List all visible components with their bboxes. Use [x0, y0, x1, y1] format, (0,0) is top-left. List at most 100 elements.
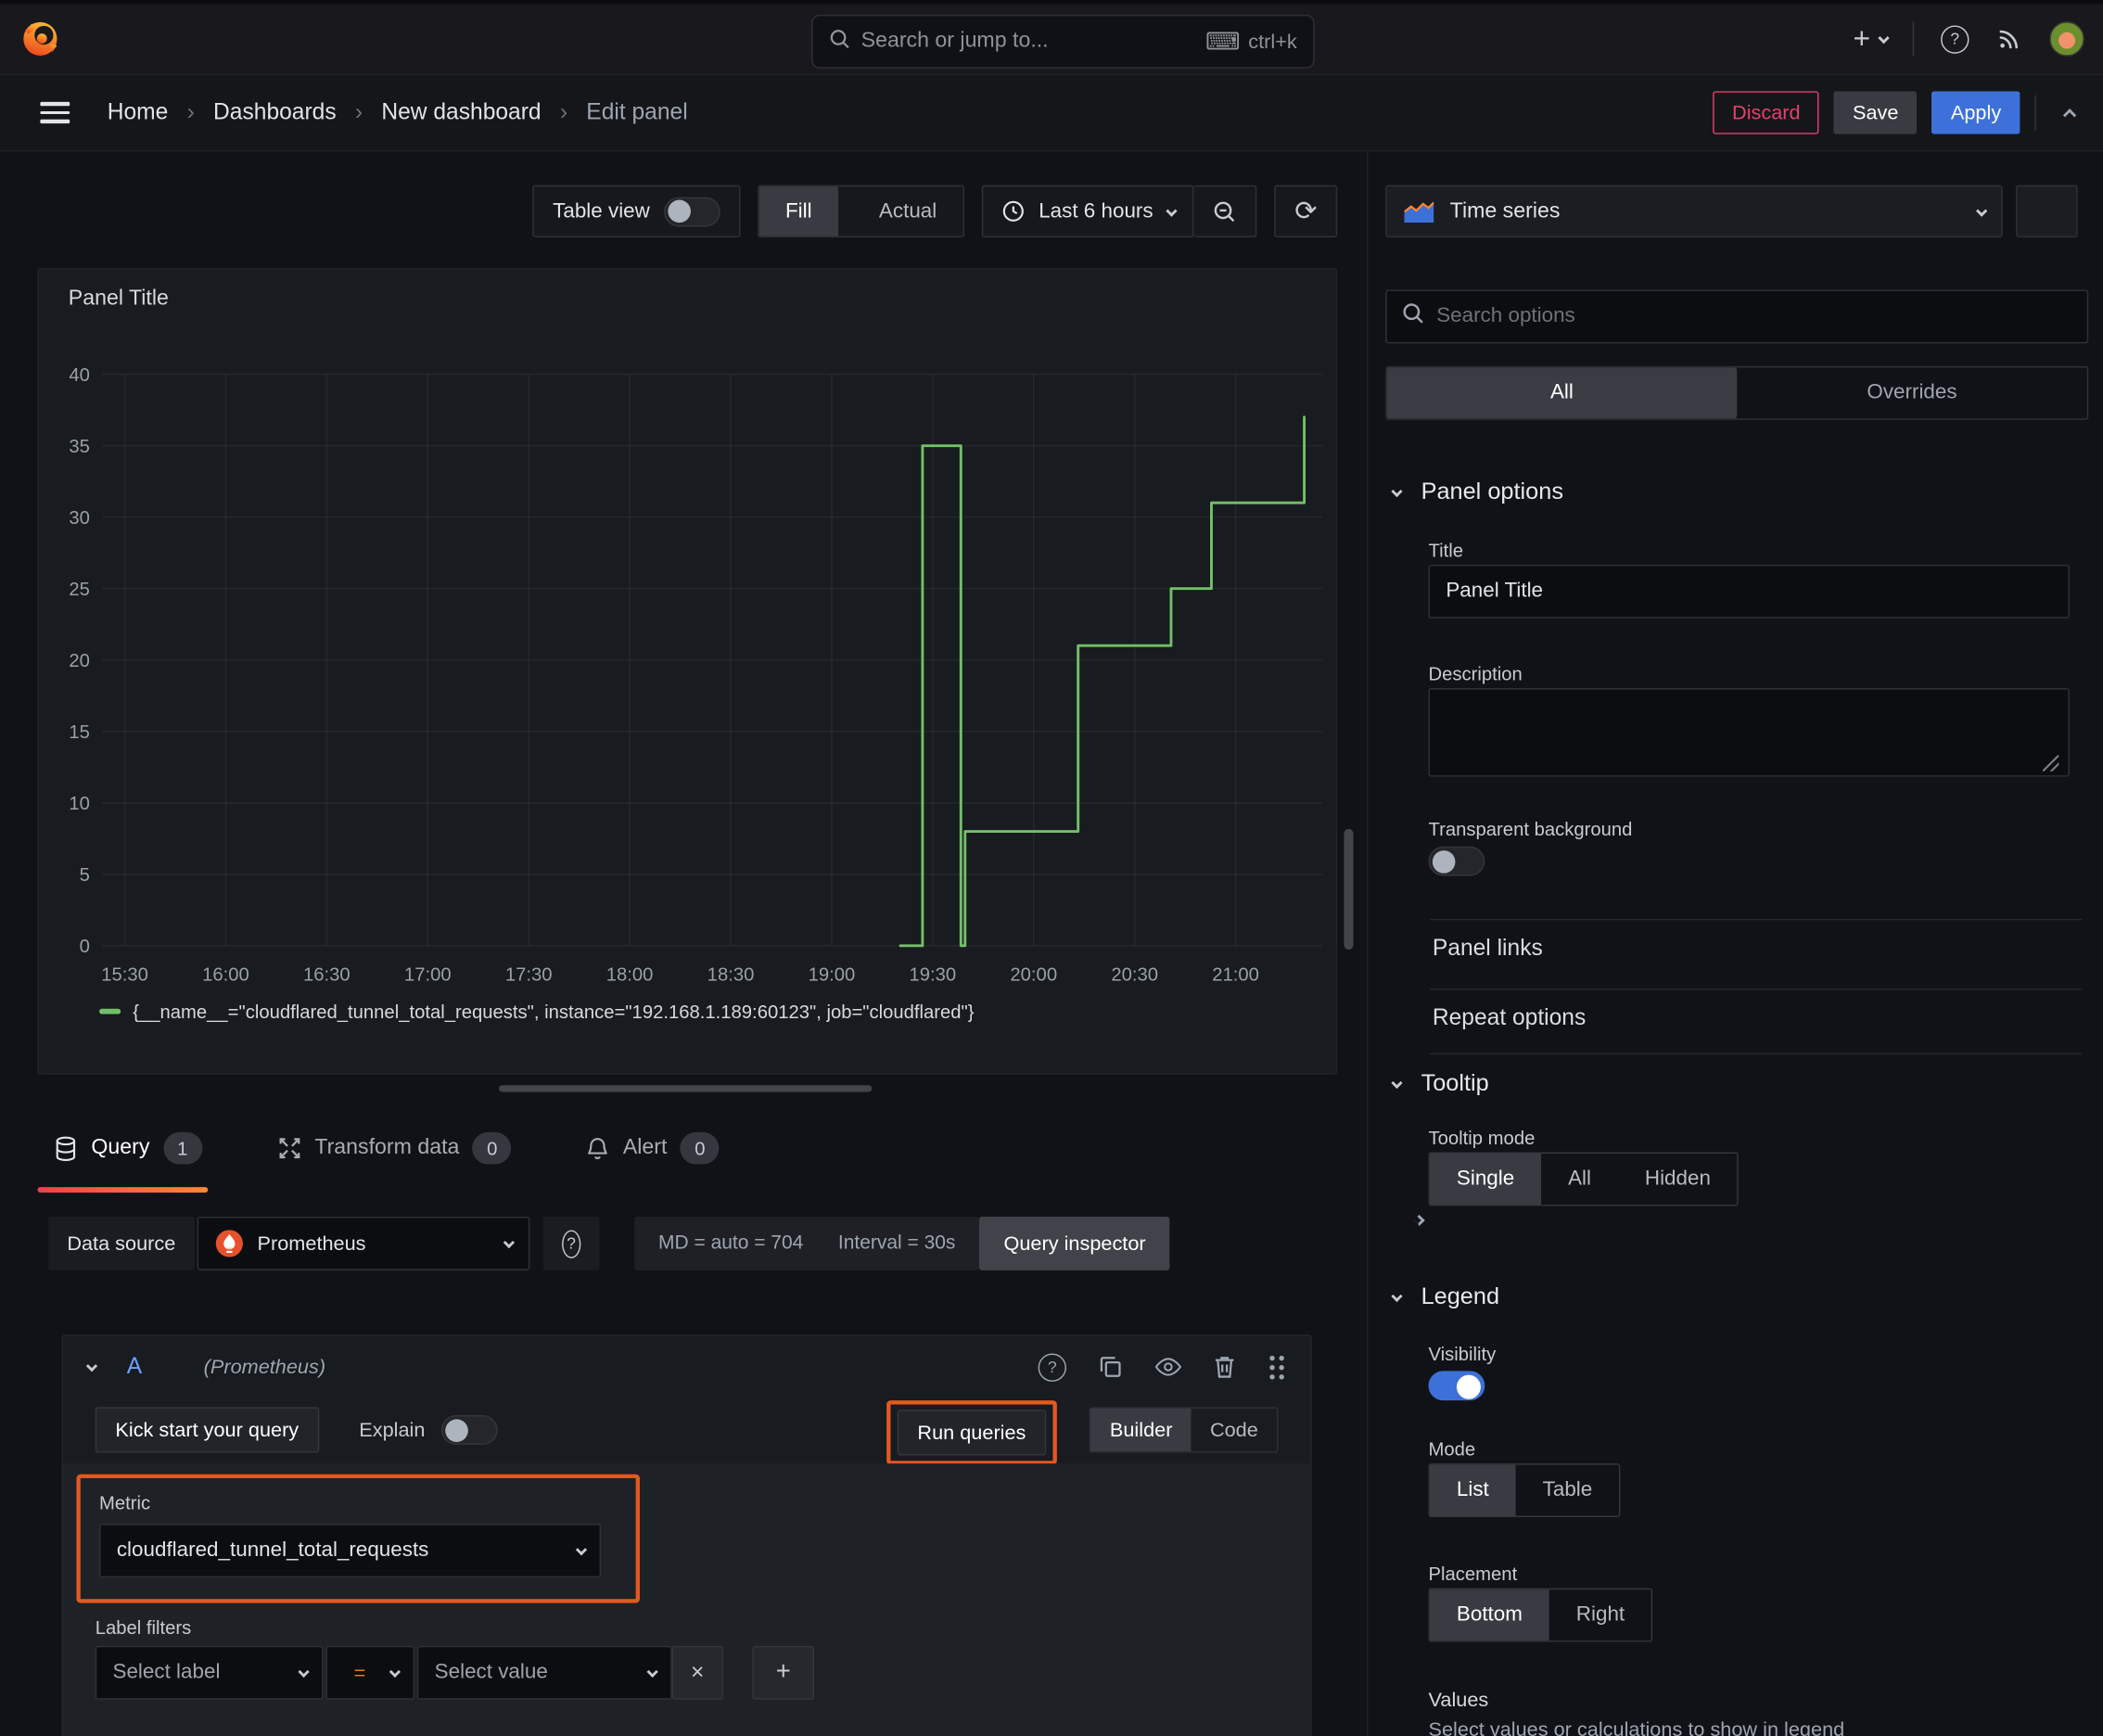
placement-right-option[interactable]: Right — [1549, 1589, 1651, 1640]
hide-response-eye-icon[interactable] — [1154, 1356, 1182, 1377]
drag-handle-icon[interactable] — [1267, 1353, 1287, 1381]
tooltip-mode-label: Tooltip mode — [1428, 1127, 1536, 1149]
transparent-background-toggle[interactable] — [1428, 846, 1485, 876]
table-view-toggle[interactable] — [663, 196, 720, 226]
legend-list-option[interactable]: List — [1429, 1464, 1516, 1516]
run-queries-button[interactable]: Run queries — [897, 1410, 1047, 1456]
breadcrumb-home[interactable]: Home — [108, 99, 169, 126]
top-search-box[interactable]: ⌨ ctrl+k — [811, 14, 1315, 69]
panel-options-section-header[interactable]: Panel options — [1391, 477, 1563, 505]
remove-filter-button[interactable]: × — [671, 1645, 723, 1700]
timeseries-chart[interactable]: 0 5 10 15 20 25 30 35 40 15:30 16:00 16:30 17:00 17:3… — [50, 351, 1324, 1008]
code-option[interactable]: Code — [1192, 1409, 1277, 1451]
news-button[interactable] — [1995, 25, 2022, 52]
svg-text:21:00: 21:00 — [1212, 964, 1259, 985]
breadcrumb-bar: Home › Dashboards › New dashboard › Edit… — [0, 75, 2103, 152]
svg-text:17:30: 17:30 — [505, 964, 553, 985]
label-filters-row: Select label = Select value × + — [95, 1645, 815, 1700]
divider — [1912, 21, 1915, 57]
series-label[interactable]: {__name__="cloudflared_tunnel_total_requ… — [133, 1001, 974, 1022]
trash-icon[interactable] — [1214, 1355, 1235, 1379]
bell-icon — [588, 1137, 608, 1159]
breadcrumb-dashboards[interactable]: Dashboards — [213, 99, 337, 126]
breadcrumb-new-dashboard[interactable]: New dashboard — [381, 99, 541, 126]
time-range-label: Last 6 hours — [1039, 198, 1153, 223]
help-icon: ? — [561, 1229, 581, 1258]
tooltip-hidden-option[interactable]: Hidden — [1618, 1154, 1738, 1205]
legend-visibility-toggle[interactable] — [1428, 1371, 1485, 1401]
tooltip-single-option[interactable]: Single — [1429, 1153, 1542, 1205]
select-label-placeholder: Select label — [112, 1660, 221, 1684]
kick-start-query-button[interactable]: Kick start your query — [95, 1407, 319, 1453]
tab-all[interactable]: All — [1386, 367, 1738, 419]
builder-option[interactable]: Builder — [1090, 1408, 1192, 1452]
divider — [1429, 918, 2082, 921]
description-textarea[interactable] — [1428, 688, 2070, 777]
time-range-picker[interactable]: Last 6 hours — [982, 185, 1194, 238]
tab-query[interactable]: Query 1 — [37, 1120, 207, 1193]
clock-icon — [1003, 200, 1025, 222]
panel-options-title: Panel options — [1421, 477, 1563, 504]
repeat-options-section[interactable]: Repeat options — [1433, 1004, 1586, 1031]
keyboard-icon: ⌨ — [1205, 27, 1241, 55]
visualization-picker[interactable]: Time series — [1385, 185, 2003, 238]
apply-button[interactable]: Apply — [1931, 91, 2020, 134]
toggle-viz-picker-button[interactable] — [2016, 185, 2078, 238]
tab-transform-data[interactable]: Transform data 0 — [277, 1120, 512, 1184]
scrollbar[interactable] — [1344, 828, 1354, 951]
grafana-logo-icon[interactable] — [18, 16, 63, 61]
collapse-header-button[interactable] — [2061, 96, 2082, 131]
select-label-dropdown[interactable]: Select label — [95, 1645, 324, 1700]
legend-values-hint: Select values or calculations to show in… — [1428, 1717, 1845, 1736]
user-avatar[interactable] — [2049, 21, 2084, 57]
datasource-help-button[interactable]: ? — [542, 1216, 600, 1270]
hamburger-menu-icon[interactable] — [40, 102, 70, 123]
query-toolbar: Kick start your query Explain Run querie… — [63, 1398, 1310, 1465]
zoom-out-button[interactable] — [1193, 185, 1257, 238]
query-ref-datasource: (Prometheus) — [203, 1355, 326, 1379]
tab-alert[interactable]: Alert 0 — [587, 1120, 720, 1184]
table-view-label: Table view — [553, 198, 650, 223]
prometheus-icon — [215, 1230, 243, 1257]
select-value-dropdown[interactable]: Select value — [416, 1645, 672, 1700]
operator-dropdown[interactable]: = — [325, 1645, 414, 1700]
svg-text:19:00: 19:00 — [809, 964, 856, 985]
panel-title[interactable]: Panel Title — [69, 287, 169, 312]
query-help-icon[interactable]: ? — [1038, 1352, 1066, 1382]
search-input[interactable] — [860, 29, 1195, 54]
datasource-picker[interactable]: Prometheus — [197, 1216, 530, 1270]
actual-option[interactable]: Actual — [852, 186, 963, 236]
query-header-actions: ? — [1038, 1352, 1287, 1382]
legend-section-header[interactable]: Legend — [1391, 1283, 1499, 1310]
svg-text:40: 40 — [69, 365, 90, 386]
query-ref-id[interactable]: A — [127, 1354, 142, 1381]
tab-overrides[interactable]: Overrides — [1737, 367, 2087, 418]
add-filter-button[interactable]: + — [752, 1645, 815, 1700]
edit-panel-content: Table view Fill Actual Last 6 hours ⟳ Pa… — [0, 151, 2103, 1736]
placement-bottom-option[interactable]: Bottom — [1429, 1589, 1549, 1641]
rss-icon — [1999, 30, 2019, 49]
panel-title-input[interactable] — [1428, 564, 2070, 619]
options-search-box[interactable] — [1385, 289, 2089, 344]
duplicate-icon[interactable] — [1099, 1355, 1123, 1379]
discard-button[interactable]: Discard — [1713, 91, 1819, 134]
collapse-query-icon[interactable] — [86, 1360, 97, 1372]
svg-text:18:00: 18:00 — [606, 964, 654, 985]
new-menu-button[interactable]: + — [1854, 23, 1889, 54]
help-button[interactable]: ? — [1941, 24, 1969, 54]
legend-table-option[interactable]: Table — [1516, 1465, 1619, 1516]
textarea-resize-icon[interactable] — [2043, 755, 2059, 772]
fill-option[interactable]: Fill — [758, 186, 839, 236]
explain-toggle[interactable] — [440, 1415, 498, 1445]
panel-links-section[interactable]: Panel links — [1433, 935, 1543, 962]
search-icon — [829, 28, 850, 56]
tooltip-all-option[interactable]: All — [1541, 1154, 1618, 1205]
options-search-input[interactable] — [1436, 304, 2072, 329]
tooltip-section-header[interactable]: Tooltip — [1391, 1069, 1489, 1097]
save-button[interactable]: Save — [1833, 91, 1918, 134]
metric-select[interactable]: cloudflared_tunnel_total_requests — [99, 1524, 602, 1578]
refresh-button[interactable]: ⟳ — [1274, 185, 1338, 238]
visualization-label: Time series — [1449, 198, 1561, 223]
query-inspector-button[interactable]: Query inspector — [979, 1216, 1170, 1270]
panel-resize-handle[interactable] — [499, 1085, 873, 1092]
